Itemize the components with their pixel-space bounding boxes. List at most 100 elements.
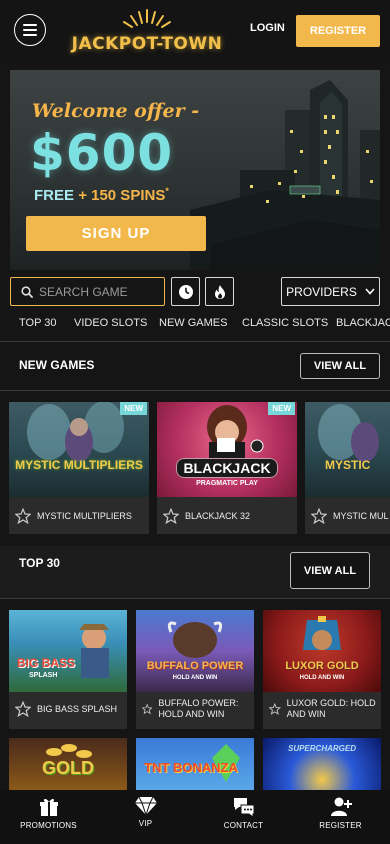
nav-promotions[interactable]: PROMOTIONS xyxy=(0,796,97,830)
menu-icon-line xyxy=(23,34,37,36)
chat-bubbles-icon xyxy=(233,798,254,818)
game-card-meta: BLACKJACK 32 xyxy=(157,505,297,527)
tab-blackjack[interactable]: BLACKJACK xyxy=(336,317,390,329)
game-thumbnail: BIG BASS SPLASH xyxy=(9,610,127,692)
chevron-down-icon xyxy=(365,288,375,295)
nav-register-label: REGISTER xyxy=(319,821,362,830)
recent-games-button[interactable] xyxy=(171,277,200,306)
splash-art-sub: SPLASH xyxy=(29,672,58,679)
game-card-big-bass-splash[interactable]: BIG BASS SPLASH BIG BASS SPLASH xyxy=(9,610,127,729)
game-card-meta: MYSTIC MULTIPLIERS xyxy=(9,505,149,527)
providers-label: PROVIDERS xyxy=(286,284,357,299)
favorite-star-icon[interactable] xyxy=(15,701,31,717)
favorite-star-icon[interactable] xyxy=(163,508,179,524)
jackpot-town-logo[interactable]: JACKPOT-TOWN xyxy=(62,8,232,58)
nav-vip-label: VIP xyxy=(138,819,153,828)
game-card-mystic-multipliers[interactable]: MYSTIC MULTIPLIERS MYSTIC MULTIPLIERS NE… xyxy=(9,402,149,534)
top-30-view-all-button[interactable]: VIEW ALL xyxy=(290,552,370,589)
offer-terms-mark: * xyxy=(165,186,169,196)
tab-new-games[interactable]: NEW GAMES xyxy=(159,317,227,329)
top-header: JACKPOT-TOWN LOGIN REGISTER xyxy=(0,0,390,62)
nav-contact-label: CONTACT xyxy=(223,821,264,830)
tab-top-30[interactable]: TOP 30 xyxy=(19,317,57,329)
game-name: BUFFALO POWER: HOLD AND WIN xyxy=(158,698,239,719)
sign-up-button[interactable]: SIGN UP xyxy=(26,216,206,251)
game-thumbnail: SUPERCHARGED xyxy=(263,738,381,790)
offer-amount: $600 xyxy=(30,124,174,182)
welcome-offer-banner[interactable]: Welcome offer - $600 FREE + 150 SPINS* S… xyxy=(10,70,380,270)
mystic-art-title: MYSTIC xyxy=(325,458,371,472)
providers-dropdown[interactable]: PROVIDERS xyxy=(281,277,380,306)
game-thumbnail: MYSTIC MULTIPLIERS xyxy=(9,402,149,497)
menu-icon-line xyxy=(23,24,37,26)
hot-games-button[interactable] xyxy=(205,277,234,306)
luxor-gold-art-title: LUXOR GOLD xyxy=(285,660,359,672)
game-card-gold[interactable]: GOLD xyxy=(9,738,127,790)
game-card-tnt-bonanza[interactable]: TNT BONANZA xyxy=(136,738,254,790)
buffalo-power-art-title: BUFFALO POWER xyxy=(146,660,244,672)
game-card-buffalo-power[interactable]: BUFFALO POWER HOLD AND WIN BUFFALO POWER… xyxy=(136,610,254,729)
new-badge: NEW xyxy=(120,402,147,415)
offer-spins-text: FREE + 150 SPINS* xyxy=(34,186,169,204)
nav-contact[interactable]: CONTACT xyxy=(195,796,292,830)
favorite-star-icon[interactable] xyxy=(15,508,31,524)
mystic-multipliers-art-title: MYSTIC MULTIPLIERS xyxy=(15,458,143,472)
game-thumbnail: LUXOR GOLD HOLD AND WIN xyxy=(263,610,381,692)
game-name: LUXOR GOLD: HOLD AND WIN xyxy=(286,698,376,719)
hold-and-win-art-sub: HOLD AND WIN xyxy=(299,675,345,681)
top-30-title: TOP 30 xyxy=(19,556,60,570)
tab-video-slots[interactable]: VIDEO SLOTS xyxy=(74,317,147,329)
game-name: BIG BASS SPLASH xyxy=(37,703,118,714)
game-card-blackjack-32[interactable]: BLACKJACK PRAGMATIC PLAY BLACKJACK 32 NE… xyxy=(157,402,297,534)
search-input[interactable] xyxy=(39,284,154,299)
divider xyxy=(0,390,390,391)
favorite-star-icon[interactable] xyxy=(269,701,281,717)
category-tabs: TOP 30 VIDEO SLOTS NEW GAMES CLASSIC SLO… xyxy=(0,313,390,337)
nav-register[interactable]: REGISTER xyxy=(292,796,389,830)
game-card-meta: LUXOR GOLD: HOLD AND WIN xyxy=(263,696,381,722)
game-thumbnail: MYSTIC xyxy=(305,402,390,497)
divider xyxy=(0,341,390,342)
favorite-star-icon[interactable] xyxy=(142,701,153,717)
tab-classic-slots[interactable]: CLASSIC SLOTS xyxy=(242,317,328,329)
nav-promotions-label: PROMOTIONS xyxy=(20,821,77,830)
game-card-meta: BIG BASS SPLASH xyxy=(9,698,127,720)
pragmatic-play-label: PRAGMATIC PLAY xyxy=(196,480,258,487)
big-bass-art-title: BIG BASS xyxy=(17,656,76,670)
game-thumbnail: GOLD xyxy=(9,738,127,790)
bottom-navigation: PROMOTIONS VIP CONTACT REGISTER xyxy=(0,790,390,844)
logo-text: JACKPOT-TOWN xyxy=(71,34,223,54)
nav-vip[interactable]: VIP xyxy=(97,796,194,828)
welcome-offer-heading: Welcome offer - xyxy=(32,100,200,122)
gift-icon xyxy=(39,798,58,816)
search-icon xyxy=(21,285,33,298)
new-games-view-all-button[interactable]: VIEW ALL xyxy=(300,353,380,379)
game-card-mystic-multipliers-partial[interactable]: MYSTIC MYSTIC MUL xyxy=(305,402,390,534)
game-card-supercharged[interactable]: SUPERCHARGED xyxy=(263,738,381,790)
diamond-icon xyxy=(134,796,157,816)
game-thumbnail: TNT BONANZA xyxy=(136,738,254,790)
supercharged-art-title: SUPERCHARGED xyxy=(287,744,356,753)
fire-icon xyxy=(214,284,225,299)
gold-art-title: GOLD xyxy=(42,758,94,778)
blackjack-art-label: BLACKJACK xyxy=(176,458,278,478)
fairy-illustration xyxy=(27,402,124,462)
game-card-meta: BUFFALO POWER: HOLD AND WIN xyxy=(136,696,254,722)
logo-rays-icon xyxy=(123,9,171,28)
search-box[interactable] xyxy=(10,277,165,306)
game-card-meta: MYSTIC MUL xyxy=(305,505,390,527)
register-button[interactable]: REGISTER xyxy=(296,15,380,47)
game-card-luxor-gold[interactable]: LUXOR GOLD HOLD AND WIN LUXOR GOLD: HOLD… xyxy=(263,610,381,729)
hold-and-win-art-sub: HOLD AND WIN xyxy=(172,675,218,681)
fisherman-illustration xyxy=(79,624,109,678)
game-name: BLACKJACK 32 xyxy=(185,510,251,521)
new-badge: NEW xyxy=(268,402,295,415)
offer-free-label: FREE xyxy=(34,187,75,204)
game-thumbnail: BLACKJACK PRAGMATIC PLAY xyxy=(157,402,297,497)
login-link[interactable]: LOGIN xyxy=(250,22,285,34)
hamburger-menu-button[interactable] xyxy=(14,14,46,46)
add-user-icon xyxy=(330,797,352,816)
offer-spins-label: + 150 SPINS xyxy=(78,187,166,204)
game-thumbnail: BUFFALO POWER HOLD AND WIN xyxy=(136,610,254,692)
favorite-star-icon[interactable] xyxy=(311,508,327,524)
